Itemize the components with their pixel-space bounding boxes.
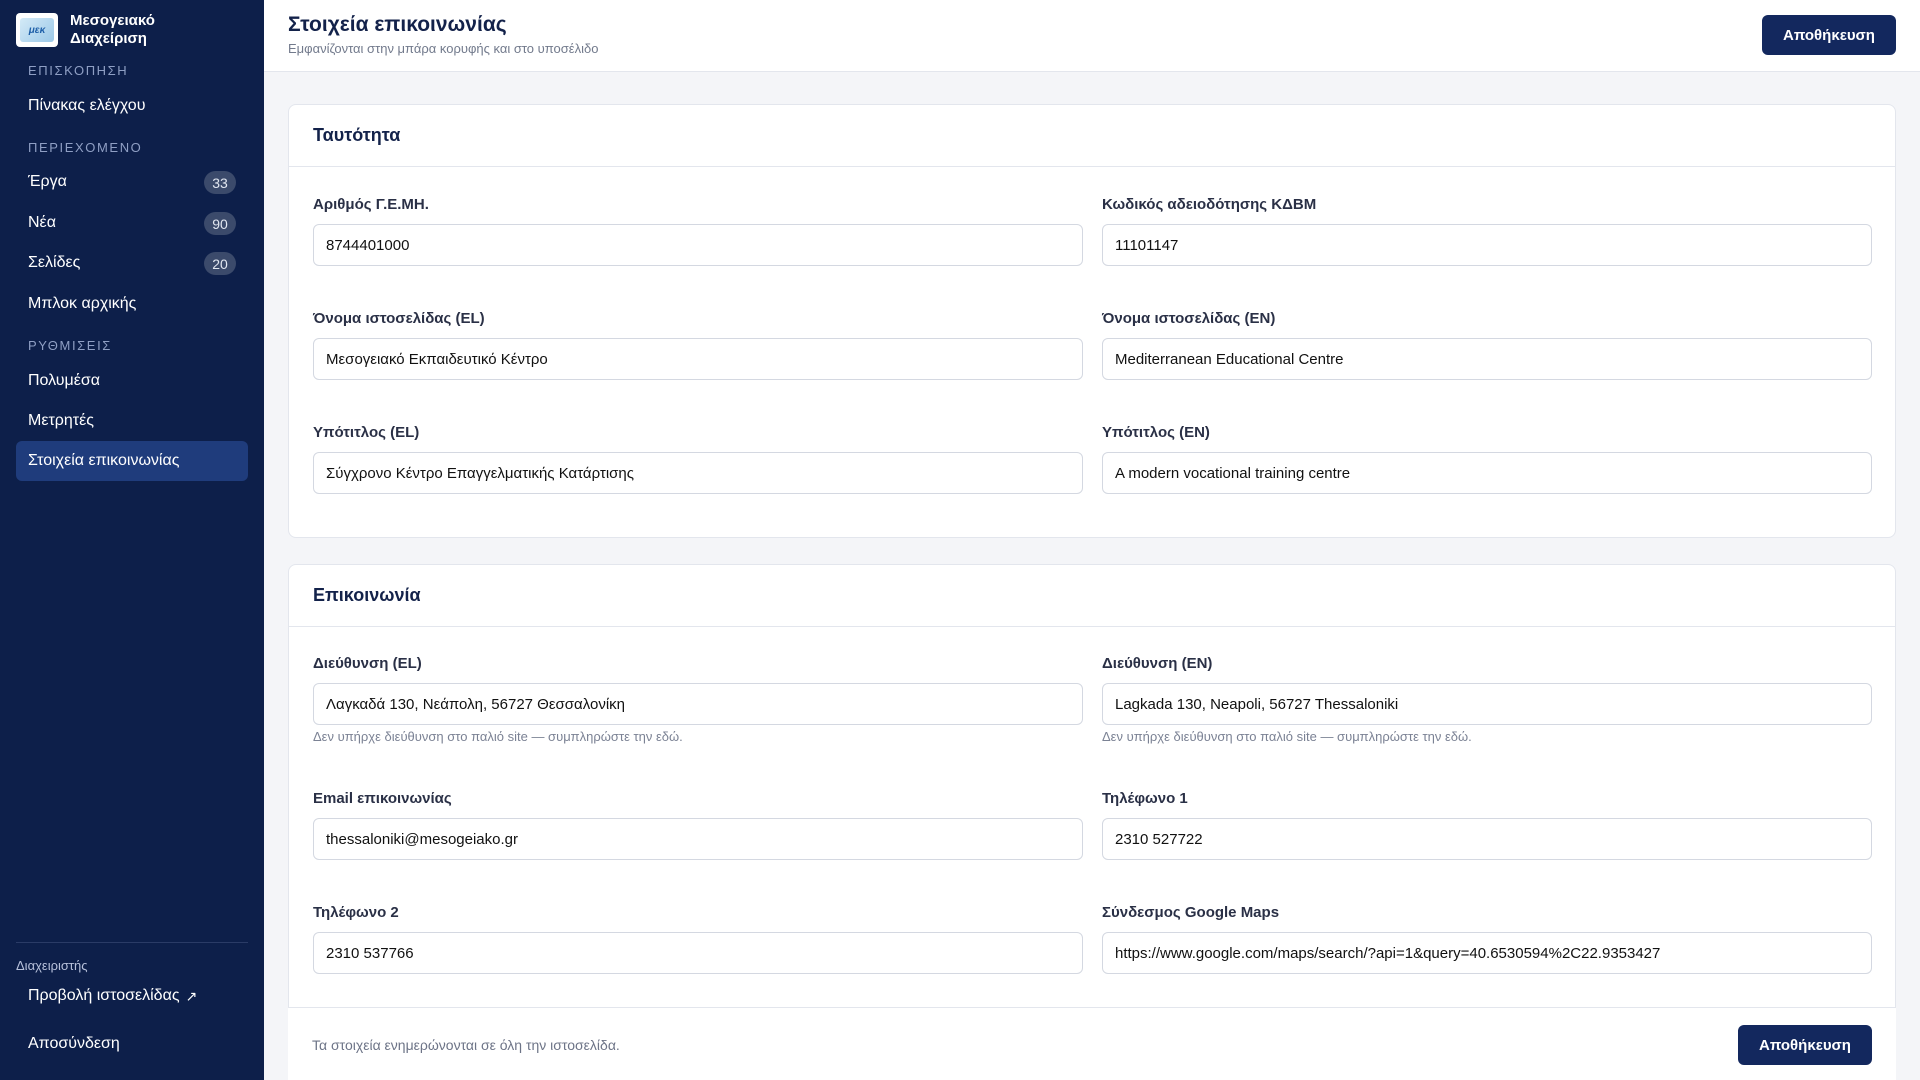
brand-subtitle: Διαχείριση [70,30,147,47]
maps-link-label: Σύνδεσμος Google Maps [1102,904,1280,921]
sidebar-item-label: Έργα [28,173,67,190]
card-title: Επικοινωνία [289,565,1895,627]
gemi-input[interactable] [313,224,1083,266]
page-subtitle: Εμφανίζονται στην μπάρα κορυφής και στο … [288,41,599,56]
sidebar: μεκ Μεσογειακό Διαχείριση ΕΠΙΣΚΟΠΗΣΗ Πίν… [0,0,264,1080]
phone1-input[interactable] [1102,818,1872,860]
section-label-overview: ΕΠΙΣΚΟΠΗΣΗ [28,63,129,78]
count-badge: 90 [204,212,236,235]
kdvm-label: Κωδικός αδειοδότησης ΚΔΒΜ [1102,196,1317,213]
sidebar-item-pages[interactable]: Σελίδες 20 [16,243,248,283]
count-badge: 20 [204,252,236,275]
sidebar-item-projects[interactable]: Έργα 33 [16,162,248,202]
subtitle-el-label: Υπότιτλος (EL) [313,424,420,441]
sidebar-item-label: Στοιχεία επικοινωνίας [28,452,180,469]
sidebar-item-label: Μετρητές [28,412,94,429]
address-en-label: Διεύθυνση (EN) [1102,655,1213,672]
footer-note: Τα στοιχεία ενημερώνονται σε όλη την ιστ… [312,1037,620,1053]
page-title: Στοιχεία επικοινωνίας [288,13,507,36]
save-button[interactable]: Αποθήκευση [1762,15,1896,55]
view-site-label: Προβολή ιστοσελίδας [28,987,180,1004]
email-input[interactable] [313,818,1083,860]
sidebar-item-label: Πίνακας ελέγχου [28,97,146,114]
phone2-input[interactable] [313,932,1083,974]
phone1-label: Τηλέφωνο 1 [1102,790,1188,807]
card-title: Ταυτότητα [289,105,1895,167]
phone2-label: Τηλέφωνο 2 [313,904,399,921]
admin-label: Διαχειριστής [16,958,88,973]
sidebar-item-media[interactable]: Πολυμέσα [16,361,248,401]
sidebar-item-label: Σελίδες [28,254,81,271]
section-label-content: ΠΕΡΙΕΧΟΜΕΝΟ [28,140,143,155]
sidebar-item-label: Πολυμέσα [28,372,100,389]
page-header: Στοιχεία επικοινωνίας Εμφανίζονται στην … [264,0,1920,72]
address-el-label: Διεύθυνση (EL) [313,655,422,672]
kdvm-input[interactable] [1102,224,1872,266]
site-name-en-input[interactable] [1102,338,1872,380]
gemi-label: Αριθμός Γ.Ε.ΜΗ. [313,196,429,213]
subtitle-en-input[interactable] [1102,452,1872,494]
site-name-en-label: Όνομα ιστοσελίδας (EN) [1102,310,1276,327]
subtitle-en-label: Υπότιτλος (EN) [1102,424,1210,441]
logo-mark: μεκ [20,18,54,42]
site-name-el-input[interactable] [313,338,1083,380]
site-name-el-label: Όνομα ιστοσελίδας (EL) [313,310,485,327]
sidebar-item-home-blocks[interactable]: Μπλοκ αρχικής [16,284,248,324]
footer-save-button[interactable]: Αποθήκευση [1738,1025,1872,1065]
external-link-icon: ↗ [185,987,198,1004]
address-en-hint: Δεν υπήρχε διεύθυνση στο παλιό site — συ… [1102,729,1472,744]
sticky-footer: Τα στοιχεία ενημερώνονται σε όλη την ιστ… [288,1007,1896,1080]
sidebar-item-dashboard[interactable]: Πίνακας ελέγχου [16,86,248,126]
count-badge: 33 [204,171,236,194]
sidebar-divider [16,942,248,943]
email-label: Email επικοινωνίας [313,790,452,807]
brand-text: Μεσογειακό Διαχείριση [70,12,155,48]
sidebar-item-label: Μπλοκ αρχικής [28,295,137,312]
logo: μεκ [16,13,58,47]
brand-name: Μεσογειακό [70,12,155,29]
address-el-hint: Δεν υπήρχε διεύθυνση στο παλιό site — συ… [313,729,683,744]
contact-card: Επικοινωνία Διεύθυνση (EL) Δεν υπήρχε δι… [288,564,1896,1080]
sidebar-item-label: Νέα [28,214,56,231]
address-en-input[interactable] [1102,683,1872,725]
view-site-link[interactable]: Προβολή ιστοσελίδας ↗ [16,976,248,1016]
logout-button[interactable]: Αποσύνδεση [16,1024,248,1064]
sidebar-item-news[interactable]: Νέα 90 [16,203,248,243]
section-label-settings: ΡΥΘΜΙΣΕΙΣ [28,338,112,353]
logout-label: Αποσύνδεση [28,1035,120,1052]
address-el-input[interactable] [313,683,1083,725]
identity-card: Ταυτότητα Αριθμός Γ.Ε.ΜΗ. Κωδικός αδειοδ… [288,104,1896,538]
brand[interactable]: μεκ Μεσογειακό Διαχείριση [16,12,155,48]
maps-link-input[interactable] [1102,932,1872,974]
subtitle-el-input[interactable] [313,452,1083,494]
sidebar-item-counters[interactable]: Μετρητές [16,401,248,441]
sidebar-item-contact-info[interactable]: Στοιχεία επικοινωνίας [16,441,248,481]
